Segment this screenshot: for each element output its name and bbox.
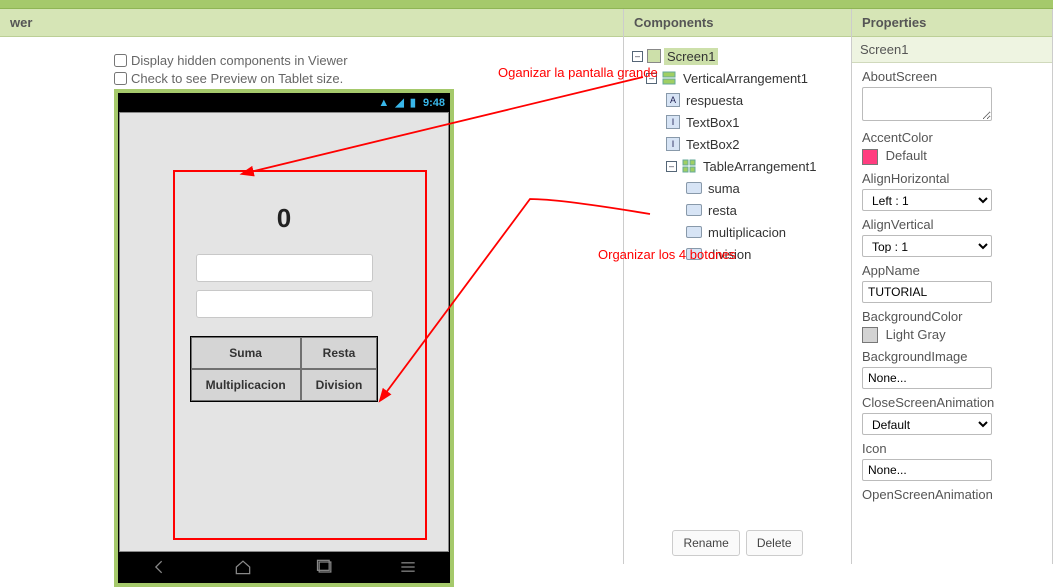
- background-color-label: BackgroundColor: [862, 309, 1042, 324]
- label-icon: A: [666, 93, 680, 107]
- expand-icon[interactable]: –: [632, 51, 643, 62]
- accent-color-label: AccentColor: [862, 130, 1042, 145]
- components-header: Components: [624, 9, 851, 37]
- tree-multiplicacion[interactable]: multiplicacion: [628, 221, 851, 243]
- tablet-preview-row[interactable]: Check to see Preview on Tablet size.: [114, 71, 623, 86]
- table-arrangement-preview: Suma Resta Multiplicacion Division: [190, 336, 379, 402]
- background-color-control[interactable]: Light Gray: [862, 327, 1042, 344]
- button-icon: [686, 248, 702, 260]
- close-anim-label: CloseScreenAnimation: [862, 395, 1042, 410]
- phone-nav-bar: [119, 552, 449, 582]
- wifi-icon: ▲: [378, 97, 389, 109]
- respuesta-label[interactable]: 0: [277, 203, 291, 234]
- tree-buttons: Rename Delete: [624, 522, 851, 564]
- viewer-header: wer: [0, 9, 623, 37]
- button-icon: [686, 204, 702, 216]
- tree-textbox1[interactable]: I TextBox1: [628, 111, 851, 133]
- table-layout-icon: [681, 158, 697, 174]
- properties-target: Screen1: [852, 37, 1052, 63]
- signal-icon: ◢: [395, 97, 403, 109]
- icon-label: Icon: [862, 441, 1042, 456]
- tree-suma[interactable]: suma: [628, 177, 851, 199]
- resta-button[interactable]: Resta: [301, 337, 378, 369]
- display-hidden-checkbox[interactable]: [114, 54, 127, 67]
- open-anim-label: OpenScreenAnimation: [862, 487, 1042, 502]
- expand-icon[interactable]: –: [646, 73, 657, 84]
- layout-icon: [661, 70, 677, 86]
- app-name-input[interactable]: [862, 281, 992, 303]
- textbox2-preview[interactable]: [196, 290, 373, 318]
- components-tree: – Screen1 – VerticalArrangement1 A respu…: [624, 37, 851, 522]
- tree-textbox2[interactable]: I TextBox2: [628, 133, 851, 155]
- textbox-icon: I: [666, 115, 680, 129]
- division-button[interactable]: Division: [301, 369, 378, 401]
- accent-color-control[interactable]: Default: [862, 148, 1042, 165]
- tablet-preview-label: Check to see Preview on Tablet size.: [131, 71, 343, 86]
- properties-header: Properties: [852, 9, 1052, 37]
- tree-vertical-arrangement[interactable]: – VerticalArrangement1: [628, 67, 851, 89]
- phone-status-bar: ▲ ◢ ▮ 9:48: [119, 94, 449, 112]
- battery-icon: ▮: [410, 97, 416, 109]
- textbox1-preview[interactable]: [196, 254, 373, 282]
- tree-division[interactable]: division: [628, 243, 851, 265]
- status-time: 9:48: [423, 97, 445, 109]
- back-icon: [150, 557, 170, 577]
- screen-body[interactable]: 0 Suma Resta Multiplicacion Division: [119, 112, 449, 552]
- display-hidden-row[interactable]: Display hidden components in Viewer: [114, 53, 623, 68]
- button-icon: [686, 182, 702, 194]
- accent-color-swatch: [862, 149, 878, 165]
- menu-icon: [398, 557, 418, 577]
- rename-button[interactable]: Rename: [672, 530, 739, 556]
- recent-icon: [315, 557, 335, 577]
- background-color-swatch: [862, 327, 878, 343]
- components-panel: Components – Screen1 – VerticalArrangeme…: [624, 9, 852, 564]
- screen-icon: [647, 49, 661, 63]
- about-screen-label: AboutScreen: [862, 69, 1042, 84]
- textbox-icon: I: [666, 137, 680, 151]
- display-hidden-label: Display hidden components in Viewer: [131, 53, 348, 68]
- app-ribbon: [0, 0, 1053, 9]
- button-icon: [686, 226, 702, 238]
- tablet-preview-checkbox[interactable]: [114, 72, 127, 85]
- about-screen-input[interactable]: [862, 87, 992, 121]
- properties-panel: Properties Screen1 AboutScreen AccentCol…: [852, 9, 1053, 564]
- icon-input[interactable]: [862, 459, 992, 481]
- viewer-body: Display hidden components in Viewer Chec…: [0, 37, 623, 587]
- app-name-label: AppName: [862, 263, 1042, 278]
- multiplicacion-button[interactable]: Multiplicacion: [191, 369, 301, 401]
- viewer-panel: wer Display hidden components in Viewer …: [0, 9, 624, 564]
- suma-button[interactable]: Suma: [191, 337, 301, 369]
- align-horizontal-label: AlignHorizontal: [862, 171, 1042, 186]
- tree-resta[interactable]: resta: [628, 199, 851, 221]
- delete-button[interactable]: Delete: [746, 530, 803, 556]
- close-anim-select[interactable]: Default: [862, 413, 992, 435]
- align-vertical-select[interactable]: Top : 1: [862, 235, 992, 257]
- align-vertical-label: AlignVertical: [862, 217, 1042, 232]
- background-image-label: BackgroundImage: [862, 349, 1042, 364]
- tree-respuesta[interactable]: A respuesta: [628, 89, 851, 111]
- tree-screen1[interactable]: – Screen1: [628, 45, 851, 67]
- align-horizontal-select[interactable]: Left : 1: [862, 189, 992, 211]
- phone-frame: ▲ ◢ ▮ 9:48 0 Suma Resta: [114, 89, 454, 587]
- expand-icon[interactable]: –: [666, 161, 677, 172]
- tree-table-arrangement[interactable]: – TableArrangement1: [628, 155, 851, 177]
- home-icon: [233, 557, 253, 577]
- background-image-input[interactable]: [862, 367, 992, 389]
